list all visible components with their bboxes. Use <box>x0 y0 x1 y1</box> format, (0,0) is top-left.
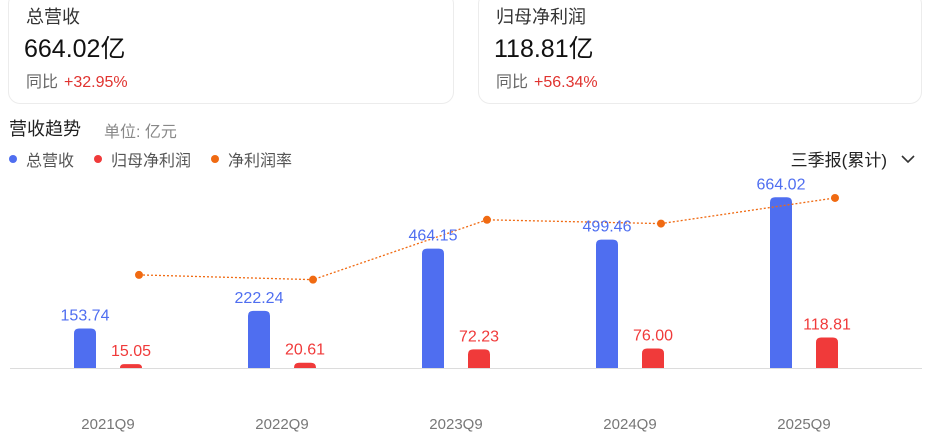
data-label-revenue: 153.74 <box>61 307 110 324</box>
data-label-net-profit: 118.81 <box>803 316 851 333</box>
bar-revenue <box>770 197 792 368</box>
data-label-revenue: 464.15 <box>409 228 458 245</box>
bar-net-profit <box>816 337 838 368</box>
bar-revenue <box>422 248 444 368</box>
data-label-revenue: 222.24 <box>235 290 284 307</box>
x-tick-label: 2021Q9 <box>81 416 134 433</box>
bar-revenue <box>248 310 270 368</box>
data-label-revenue: 499.46 <box>583 219 632 236</box>
point-net-margin <box>831 193 839 202</box>
bar-net-profit <box>120 364 142 368</box>
bar-net-profit <box>468 349 490 368</box>
point-net-margin <box>135 270 143 279</box>
bar-net-profit <box>642 348 664 368</box>
data-label-revenue: 664.02 <box>757 176 806 193</box>
revenue-trend-chart: 153.74 15.05 2021Q9 222.24 20.61 2022Q9 464.15… <box>10 176 922 433</box>
x-tick-label: 2022Q9 <box>255 416 308 433</box>
bar-revenue <box>596 239 618 368</box>
bar-net-profit <box>294 362 316 368</box>
point-net-margin <box>483 215 491 224</box>
line-net-margin <box>138 197 836 281</box>
data-label-net-profit: 72.23 <box>459 328 499 345</box>
x-tick-label: 2025Q9 <box>777 416 830 433</box>
point-net-margin <box>309 275 317 284</box>
x-tick-label: 2024Q9 <box>603 416 656 433</box>
data-label-net-profit: 15.05 <box>111 343 151 360</box>
x-tick-label: 2023Q9 <box>429 416 482 433</box>
data-label-net-profit: 20.61 <box>285 342 325 359</box>
data-label-net-profit: 76.00 <box>633 327 673 344</box>
bar-revenue <box>74 328 96 368</box>
point-net-margin <box>657 219 665 228</box>
